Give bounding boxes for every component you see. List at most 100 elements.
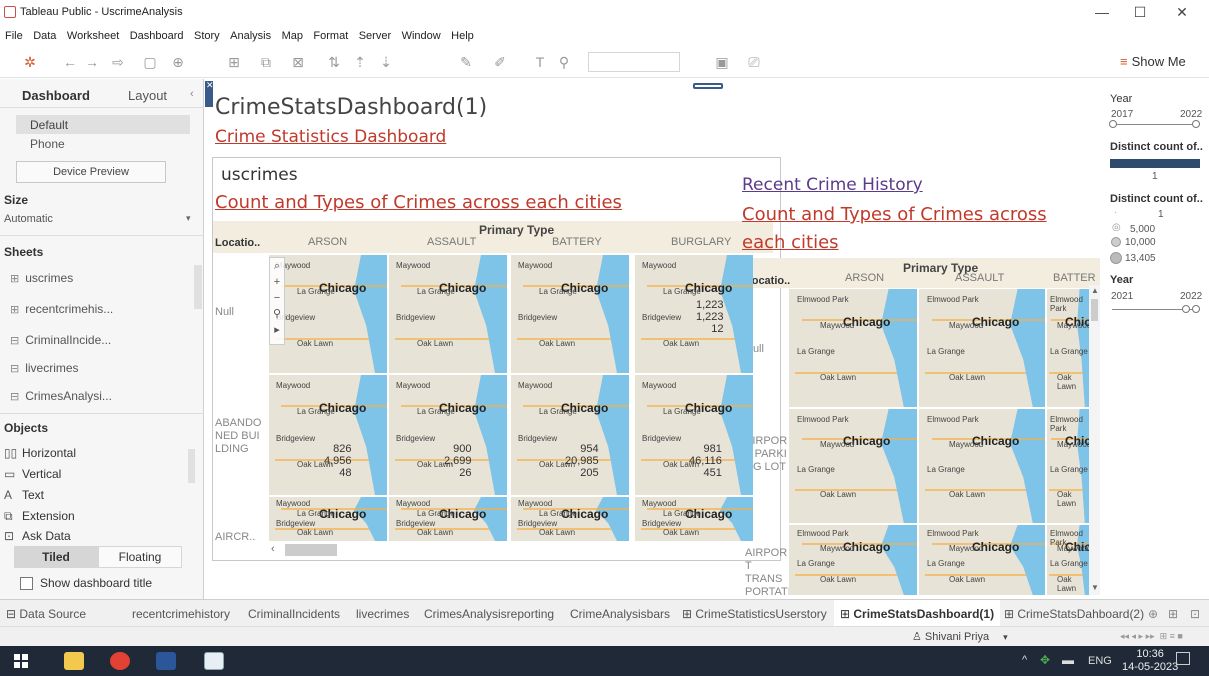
new-datasource-icon[interactable]: ⊕ xyxy=(170,54,186,71)
right-sheet-caption[interactable]: Count and Types of Crimes across each ci… xyxy=(742,201,1082,257)
tableau-taskbar-icon[interactable] xyxy=(204,652,224,670)
sheet-caption[interactable]: Count and Types of Crimes across each ci… xyxy=(215,192,622,213)
device-preview-button[interactable]: Device Preview xyxy=(16,161,166,183)
tab-crimestatisticsuserstory[interactable]: ⊞ CrimeStatisticsUserstory xyxy=(682,607,827,621)
data-source-icon[interactable]: ⇨ xyxy=(110,54,126,71)
map-tile[interactable]: ChicagoElmwood ParkMaywoodLa GrangeOak L… xyxy=(919,409,1045,523)
year-slider[interactable] xyxy=(1112,124,1196,125)
sort-desc-icon[interactable]: ⇣ xyxy=(378,54,394,71)
tab-crimeanalysisbars[interactable]: CrimeAnalysisbars xyxy=(570,607,670,621)
horizontal-scrollbar[interactable] xyxy=(285,544,337,556)
device-default[interactable]: Default xyxy=(16,115,190,134)
map-tile[interactable]: Chicago Maywood La Grange Bridgeview Oak Law… xyxy=(511,255,629,373)
tab-criminalincidents[interactable]: CriminalIncidents xyxy=(248,607,340,621)
map-tile[interactable]: ChicagoElmwood ParkMaywoodLa GrangeOak L… xyxy=(789,525,917,595)
map-tile[interactable]: Chicago Maywood La Grange Bridgeview Oak Law… xyxy=(511,497,629,541)
object-ask-data[interactable]: ⊡ Ask Data xyxy=(4,529,71,543)
device-phone[interactable]: Phone xyxy=(30,137,65,151)
battery-icon[interactable]: ▬ xyxy=(1062,653,1074,667)
group-icon[interactable]: ✐ xyxy=(492,54,508,71)
map-tile[interactable]: ChicagoElmwood ParkMaywoodLa GrangeOak L… xyxy=(919,289,1045,407)
map-tile[interactable]: Chicago Maywood La Grange Bridgeview Oak Law… xyxy=(389,497,507,541)
move-handle-icon[interactable] xyxy=(693,83,723,89)
chevron-down-icon[interactable]: ▾ xyxy=(186,213,191,224)
new-sheet-icon[interactable]: ⊕ xyxy=(1148,607,1158,621)
map-tile[interactable]: ChicagoElmwood ParkMaywoodLa GrangeOak L… xyxy=(1047,289,1089,407)
sheets-scrollbar[interactable] xyxy=(194,265,202,309)
tableau-home-icon[interactable]: ✲ xyxy=(22,54,38,71)
sheet-item[interactable]: ⊟ livecrimes xyxy=(10,361,79,375)
map-tile[interactable]: ChicagoElmwood ParkMaywoodLa GrangeOak L… xyxy=(1047,525,1089,595)
expand-icon[interactable]: ▸ xyxy=(270,322,284,338)
new-dashboard-icon[interactable]: ⊞ xyxy=(1168,607,1178,621)
scroll-down-icon[interactable]: ▼ xyxy=(1091,583,1099,592)
labels-icon[interactable]: T xyxy=(532,54,548,70)
clock[interactable]: 10:36 14-05-2023 xyxy=(1122,648,1178,674)
object-text[interactable]: A Text xyxy=(4,488,44,502)
duplicate-icon[interactable]: ⧉ xyxy=(258,54,274,71)
slider-handle[interactable] xyxy=(1192,305,1200,313)
tab-crimestatsdashboard1[interactable]: ⊞ CrimeStatsDashboard(1) xyxy=(834,600,1001,627)
floating-toggle[interactable]: Floating xyxy=(98,546,182,568)
close-button[interactable]: ✕ xyxy=(1172,4,1192,21)
swap-icon[interactable]: ⇅ xyxy=(326,54,342,71)
sheet-item[interactable]: ⊞ recentcrimehis... xyxy=(10,302,113,316)
map-tile[interactable]: Chicago Maywood La Grange Bridgeview Oak Law… xyxy=(635,255,753,373)
scroll-left-icon[interactable]: ‹ xyxy=(271,543,281,555)
map-tile[interactable]: Chicago Maywood La Grange Bridgeview Oak Law… xyxy=(269,497,387,541)
menu-format[interactable]: Format xyxy=(312,27,349,42)
pin-icon[interactable]: ⚲ xyxy=(556,54,572,71)
sheet-item[interactable]: ⊟ CriminalIncide... xyxy=(10,333,111,347)
clear-sheet-icon[interactable]: ⊠ xyxy=(290,54,306,71)
menu-help[interactable]: Help xyxy=(450,27,475,42)
show-title-checkbox[interactable] xyxy=(20,577,33,590)
menu-worksheet[interactable]: Worksheet xyxy=(66,27,120,42)
collapse-pane-icon[interactable]: ‹ xyxy=(190,88,194,100)
map-tile[interactable]: Chicago Maywood La Grange Bridgeview Oak Law… xyxy=(269,255,387,373)
zoom-in-icon[interactable]: + xyxy=(270,274,284,290)
presentation-icon[interactable]: ⎚ xyxy=(746,54,762,71)
sheet-item[interactable]: ⊞ uscrimes xyxy=(10,271,73,285)
notifications-icon[interactable] xyxy=(1176,652,1190,665)
map-tile[interactable]: Chicago Maywood La Grange Bridgeview Oak Law… xyxy=(389,255,507,373)
maximize-button[interactable]: ☐ xyxy=(1130,4,1150,21)
menu-analysis[interactable]: Analysis xyxy=(229,27,272,42)
close-selection-icon[interactable]: ✕ xyxy=(206,80,214,91)
map-tile[interactable]: Chicago Maywood La Grange Bridgeview Oak Law… xyxy=(635,497,753,541)
map-tile[interactable]: ChicagoElmwood ParkMaywoodLa GrangeOak L… xyxy=(789,289,917,407)
object-horizontal[interactable]: ▯▯ Horizontal xyxy=(4,446,76,460)
undo-icon[interactable]: ← xyxy=(62,54,78,70)
redo-icon[interactable]: → xyxy=(84,54,100,70)
size-dropdown[interactable]: Automatic xyxy=(4,213,53,225)
tab-layout[interactable]: Layout xyxy=(128,88,167,103)
sort-asc-icon[interactable]: ⇡ xyxy=(352,54,368,71)
tab-livecrimes[interactable]: livecrimes xyxy=(356,607,409,621)
network-icon[interactable]: ✥ xyxy=(1040,653,1050,667)
map-controls[interactable]: ⌕ + − ⚲ ▸ xyxy=(269,257,285,345)
new-story-icon[interactable]: ⊡ xyxy=(1190,607,1200,621)
menu-server[interactable]: Server xyxy=(358,27,392,42)
map-tile[interactable]: ChicagoElmwood ParkMaywoodLa GrangeOak L… xyxy=(919,525,1045,595)
fit-dropdown[interactable] xyxy=(588,52,680,72)
map-tile[interactable]: ChicagoElmwood ParkMaywoodLa GrangeOak L… xyxy=(1047,409,1089,523)
word-icon[interactable] xyxy=(156,652,176,670)
chrome-icon[interactable] xyxy=(110,652,130,670)
sheet-item[interactable]: ⊟ CrimesAnalysi... xyxy=(10,389,112,403)
scroll-thumb[interactable] xyxy=(1091,299,1098,321)
user-menu[interactable]: ♙ Shivani Priya ▾ xyxy=(912,630,1008,643)
pin-map-icon[interactable]: ⚲ xyxy=(270,306,284,322)
object-extension[interactable]: ⧉ Extension xyxy=(4,509,75,524)
menu-window[interactable]: Window xyxy=(401,27,442,42)
slider-handle[interactable] xyxy=(1192,120,1200,128)
tray-chevron-icon[interactable]: ^ xyxy=(1022,654,1027,666)
sheet-nav-icons[interactable]: ◂◂ ◂ ▸ ▸▸ ⊞ ≡ ■ xyxy=(1120,631,1183,642)
tab-recentcrimehistory[interactable]: recentcrimehistory xyxy=(132,607,230,621)
tab-dashboard[interactable]: Dashboard xyxy=(22,88,90,103)
scroll-up-icon[interactable]: ▲ xyxy=(1091,286,1099,295)
object-vertical[interactable]: ▭ Vertical xyxy=(4,467,61,481)
menu-story[interactable]: Story xyxy=(193,27,221,42)
menu-map[interactable]: Map xyxy=(281,27,304,42)
tab-crimestatsdahboard2[interactable]: ⊞ CrimeStatsDahboard(2) xyxy=(1004,607,1144,621)
map-tile[interactable]: ChicagoElmwood ParkMaywoodLa GrangeOak L… xyxy=(789,409,917,523)
zoom-out-icon[interactable]: − xyxy=(270,290,284,306)
